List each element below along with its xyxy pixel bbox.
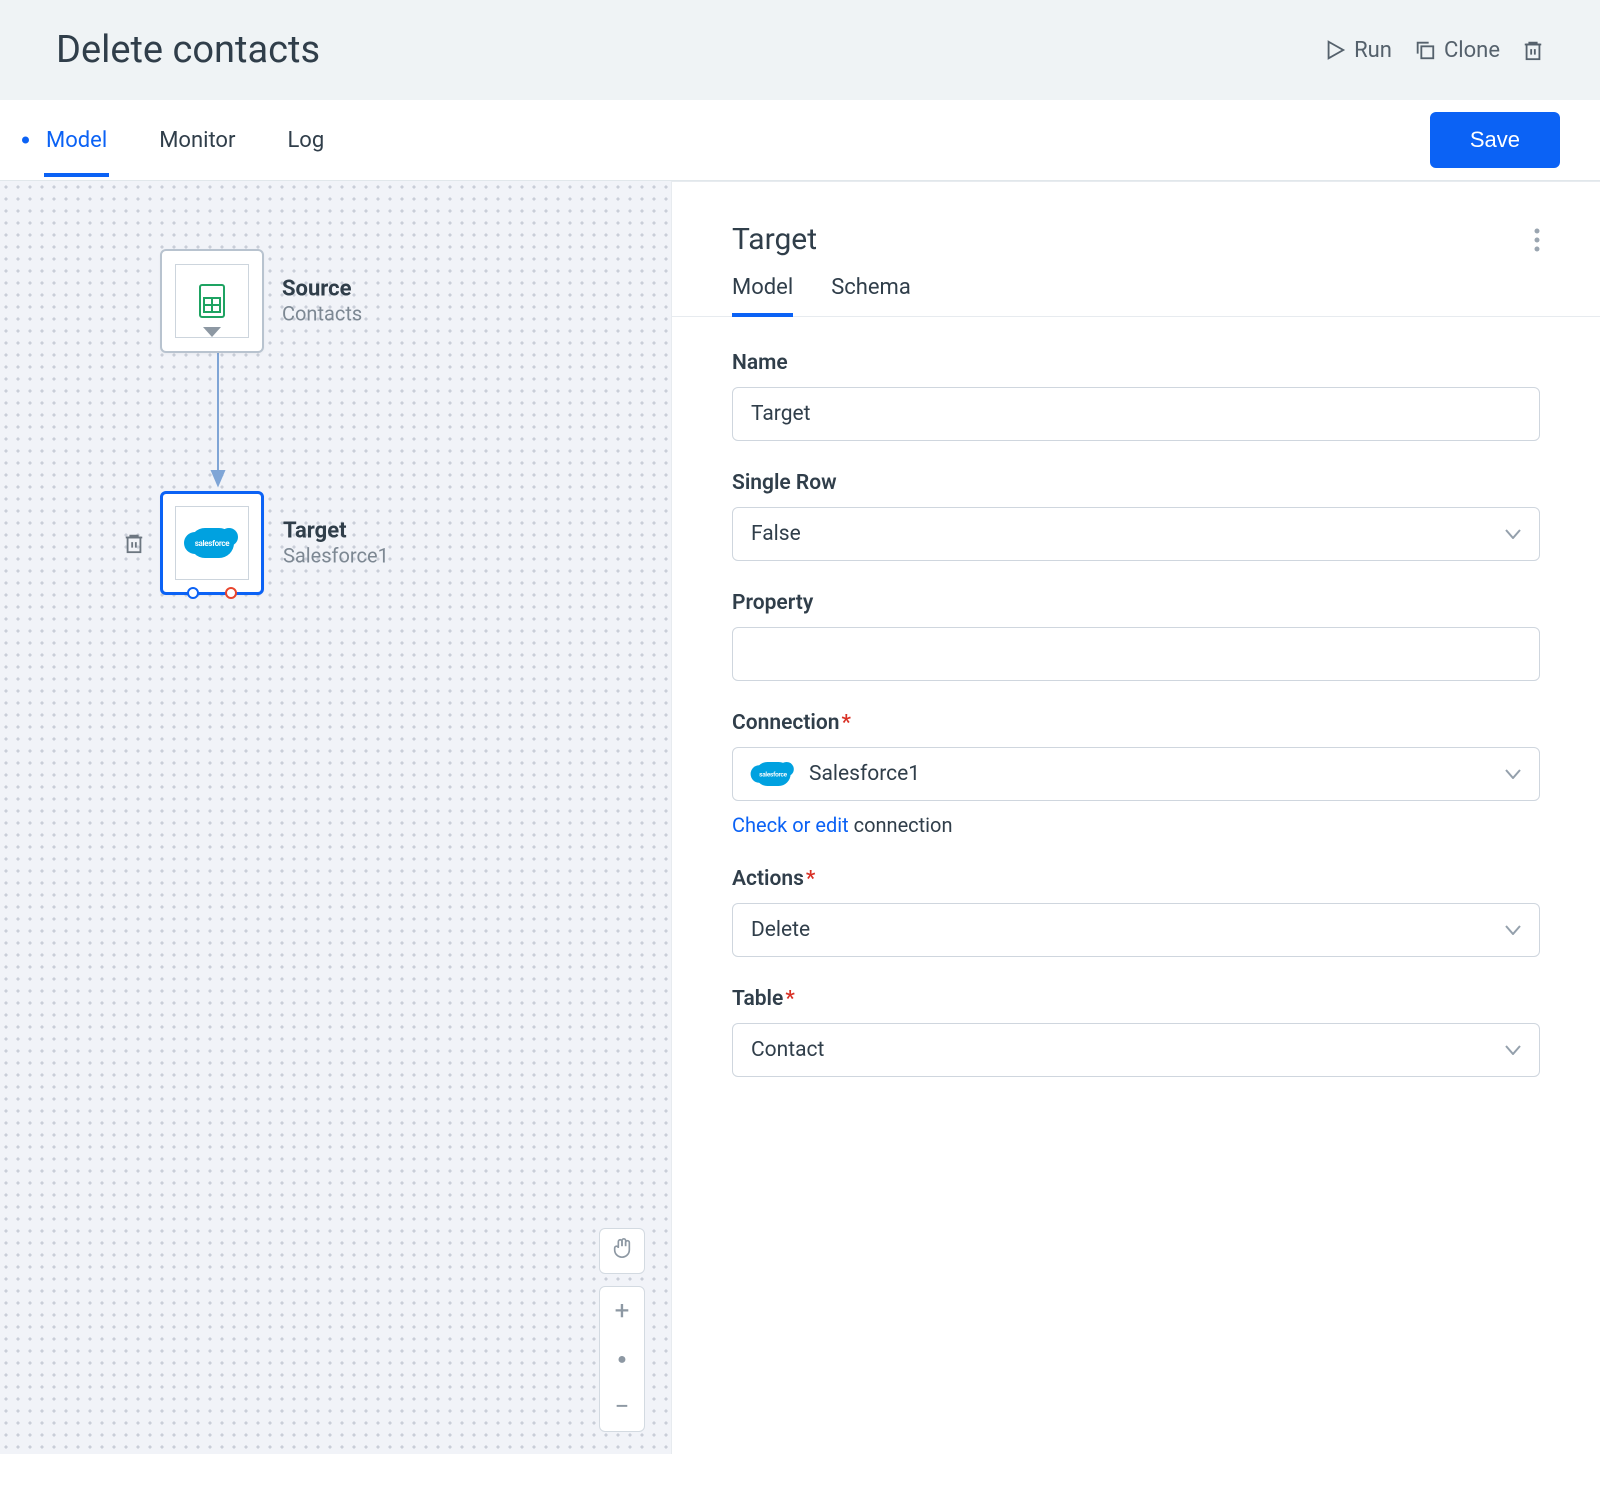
panel-tab-schema[interactable]: Schema (831, 275, 911, 316)
dot-icon: ● (617, 1349, 627, 1369)
actions-select[interactable]: Delete (732, 903, 1540, 957)
port-error[interactable] (225, 587, 237, 599)
node-source[interactable]: Source Contacts (160, 249, 264, 353)
tabs-bar: Model Monitor Log Save (0, 100, 1600, 181)
pan-button[interactable] (599, 1228, 645, 1274)
zoom-in-button[interactable]: + (600, 1287, 644, 1335)
clone-label: Clone (1444, 38, 1500, 63)
chevron-down-icon (1505, 769, 1521, 779)
node-target[interactable]: salesforce Target Salesforce1 (160, 491, 264, 595)
spreadsheet-icon (199, 284, 225, 318)
node-delete-button[interactable] (123, 531, 145, 555)
hand-icon (611, 1236, 633, 1267)
kebab-icon (1534, 228, 1540, 252)
actions-label: Actions* (732, 867, 1540, 891)
panel-tabs: Model Schema (672, 275, 1600, 317)
zoom-out-button[interactable]: − (600, 1383, 644, 1431)
run-button[interactable]: Run (1324, 38, 1392, 63)
singlerow-label: Single Row (732, 471, 1540, 495)
node-target-title: Target (283, 519, 483, 544)
actions-value: Delete (751, 918, 810, 942)
tab-model[interactable]: Model (40, 128, 113, 153)
tab-log[interactable]: Log (281, 128, 330, 153)
connection-helper-text: connection (849, 813, 953, 837)
node-target-subtitle: Salesforce1 (283, 544, 483, 568)
copy-icon (1414, 39, 1436, 61)
workarea: Source Contacts salesforce Target Salesf… (0, 181, 1600, 1454)
plus-icon: + (615, 1296, 630, 1326)
node-source-title: Source (282, 277, 482, 302)
table-select[interactable]: Contact (732, 1023, 1540, 1077)
salesforce-icon: salesforce (755, 762, 790, 786)
page-title: Delete contacts (56, 28, 320, 72)
header: Delete contacts Run Clone (0, 0, 1600, 100)
canvas[interactable]: Source Contacts salesforce Target Salesf… (0, 181, 672, 1454)
clone-button[interactable]: Clone (1414, 38, 1500, 63)
chevron-down-icon (1505, 925, 1521, 935)
save-button[interactable]: Save (1430, 112, 1560, 168)
run-label: Run (1354, 38, 1392, 63)
delete-button[interactable] (1522, 38, 1544, 62)
connection-label: Connection* (732, 711, 1540, 735)
header-actions: Run Clone (1324, 38, 1544, 63)
property-input[interactable] (732, 627, 1540, 681)
singlerow-value: False (751, 522, 801, 546)
panel-tab-model[interactable]: Model (732, 275, 793, 316)
trash-icon (1522, 38, 1544, 62)
property-label: Property (732, 591, 1540, 615)
canvas-controls: + ● − (599, 1228, 645, 1432)
minus-icon: − (615, 1392, 630, 1422)
port-success[interactable] (187, 587, 199, 599)
table-value: Contact (751, 1038, 824, 1062)
main-tabs: Model Monitor Log (40, 100, 330, 180)
table-label: Table* (732, 987, 1540, 1011)
panel-menu-button[interactable] (1534, 228, 1540, 252)
name-label: Name (732, 351, 1540, 375)
name-input[interactable] (732, 387, 1540, 441)
play-icon (1324, 39, 1346, 61)
salesforce-icon: salesforce (190, 528, 234, 558)
singlerow-select[interactable]: False (732, 507, 1540, 561)
chevron-down-icon (1505, 1045, 1521, 1055)
chevron-down-icon (203, 327, 221, 337)
chevron-down-icon (1505, 529, 1521, 539)
tab-monitor[interactable]: Monitor (153, 128, 241, 153)
trash-icon (123, 531, 145, 555)
zoom-reset-button[interactable]: ● (600, 1335, 644, 1383)
connection-value: Salesforce1 (809, 762, 920, 786)
properties-panel: Target Model Schema Name Single Row Fals… (672, 181, 1600, 1454)
node-source-subtitle: Contacts (282, 302, 482, 326)
check-edit-connection-link[interactable]: Check or edit (732, 813, 849, 837)
panel-title: Target (732, 222, 817, 257)
connection-select[interactable]: salesforce Salesforce1 (732, 747, 1540, 801)
